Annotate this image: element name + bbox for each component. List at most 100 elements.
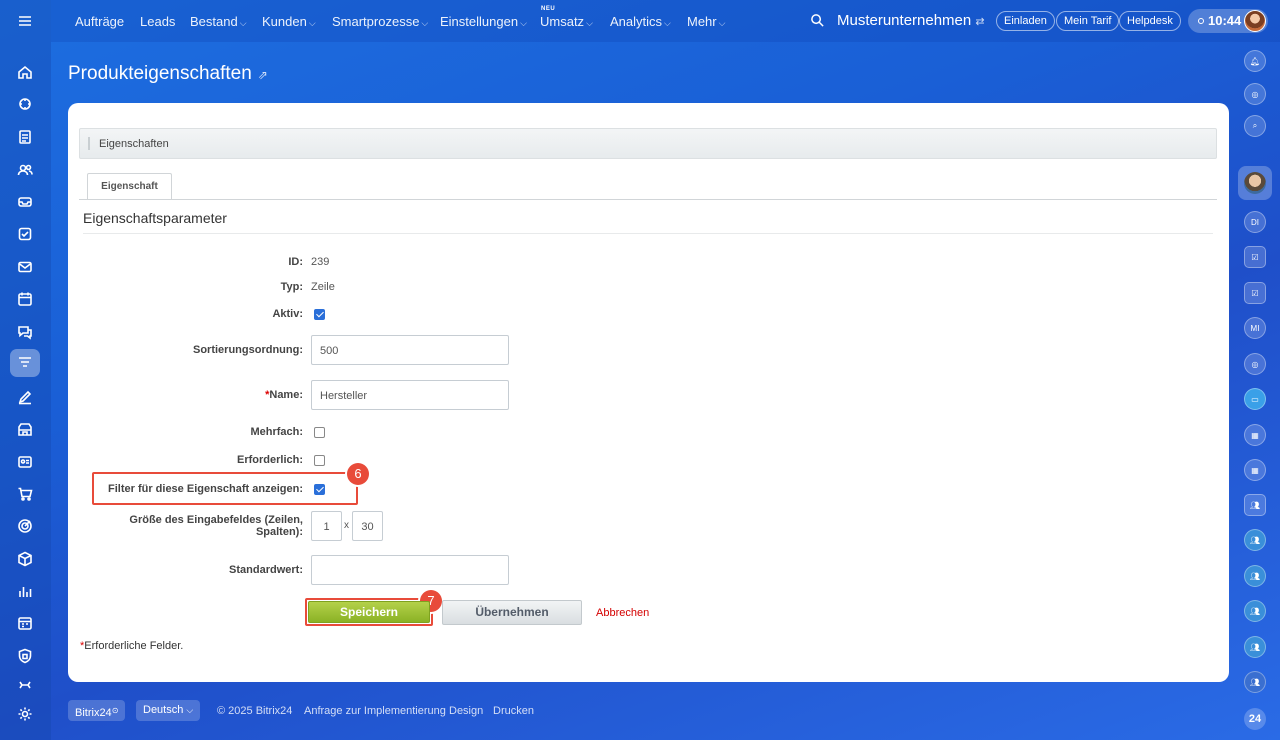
package-icon[interactable] [10, 545, 40, 573]
nav-item-umsatz[interactable]: Umsatz ⌵ [540, 14, 593, 29]
name-input[interactable]: Hersteller [311, 380, 509, 410]
contact-center-icon[interactable] [10, 448, 40, 476]
active-checkbox[interactable] [314, 309, 325, 320]
bitrix24-logo-icon[interactable]: 24 [1244, 708, 1266, 730]
tab-eigenschaft[interactable]: Eigenschaft [87, 173, 172, 200]
multiple-label: Mehrfach: [250, 426, 303, 438]
task-chat-icon[interactable]: ☑ [1244, 282, 1266, 304]
target-icon[interactable] [10, 512, 40, 540]
group-icon[interactable]: 👥︎ [1244, 671, 1266, 693]
language-select[interactable]: Deutsch ⌵ [136, 700, 201, 721]
nav-item-label: Einstellungen [440, 14, 519, 29]
chevron-down-icon: ⌵ [421, 18, 429, 28]
type-value: Zeile [311, 281, 335, 293]
sort-input[interactable]: 500 [311, 335, 509, 365]
tasks-icon[interactable] [10, 220, 40, 248]
collapse-icon[interactable] [10, 671, 40, 699]
right-sidebar: 🔔︎ ◎ ⌕ DI ☑ ☑ MI ◎ ▭ ▦ ▦ 👥︎ 👥︎ 👥︎ 👥︎ 👥︎ … [1230, 42, 1280, 740]
pulse-icon[interactable]: ◎ [1244, 83, 1266, 105]
nav-item-kunden[interactable]: Kunden ⌵ [262, 14, 316, 29]
store-icon[interactable] [10, 415, 40, 443]
chevron-down-icon: ⌵ [586, 18, 593, 28]
nav-item-label: Kunden [262, 14, 307, 29]
crm-funnel-icon[interactable] [10, 349, 40, 377]
nav-item-label: Aufträge [75, 14, 125, 29]
group-icon[interactable]: 👥︎ [1244, 565, 1266, 587]
nav-item-analytics[interactable]: Analytics ⌵ [610, 14, 671, 29]
bell-icon[interactable]: 🔔︎ [1244, 50, 1266, 72]
schedule-icon[interactable] [10, 609, 40, 637]
inbox-icon[interactable] [10, 188, 40, 216]
clock-time: 10:44 [1208, 13, 1242, 28]
analytics-icon[interactable] [10, 577, 40, 605]
chat-avatar-icon[interactable]: DI [1244, 211, 1266, 233]
required-label: Erforderlich: [236, 454, 303, 466]
chat-search-icon[interactable]: ⌕ [1244, 115, 1266, 137]
new-badge: NEU [541, 6, 556, 12]
automation-icon[interactable] [10, 90, 40, 118]
save-button[interactable]: Speichern [308, 601, 430, 623]
footer-link-print[interactable]: Drucken [493, 705, 534, 717]
nav-item-label: Mehr [687, 14, 717, 29]
user-avatar[interactable] [1244, 10, 1266, 32]
chevron-down-icon: ⌵ [239, 18, 247, 28]
cart-icon[interactable] [10, 480, 40, 508]
group-icon[interactable]: 👥︎ [1244, 600, 1266, 622]
company-name[interactable]: Musterunternehmen ⇄ [837, 12, 985, 29]
sign-icon[interactable] [10, 383, 40, 411]
type-label: Typ: [280, 281, 303, 293]
nav-item-leads[interactable]: Leads [140, 14, 175, 29]
chevron-down-icon: ⌵ [186, 705, 194, 715]
nav-item-auftraege[interactable]: Aufträge [75, 14, 124, 29]
filter-checkbox[interactable] [314, 484, 325, 495]
chevron-down-icon: ⌵ [664, 18, 671, 28]
contacts-icon[interactable] [10, 156, 40, 184]
cancel-link[interactable]: Abbrechen [596, 607, 649, 619]
multiple-checkbox[interactable] [314, 427, 325, 438]
language-label: Deutsch [143, 704, 184, 716]
menu-icon[interactable] [10, 7, 40, 35]
recent-user-avatar[interactable] [1238, 166, 1272, 200]
group-icon[interactable]: 👥︎ [1244, 529, 1266, 551]
nav-item-mehr[interactable]: Mehr ⌵ [687, 14, 725, 29]
swap-icon: ⇄ [975, 16, 985, 28]
my-tariff-button[interactable]: Mein Tarif [1056, 11, 1120, 31]
documents-icon[interactable] [10, 123, 40, 151]
message-icon[interactable]: ▭ [1244, 388, 1266, 410]
chat-avatar-icon[interactable]: MI [1244, 317, 1266, 339]
bitrix24-brand-button[interactable]: Bitrix24⊙ [68, 700, 126, 721]
filter-label: Filter für diese Eigenschaft anzeigen: [108, 483, 303, 495]
task-chat-icon[interactable]: ☑ [1244, 246, 1266, 268]
home-icon[interactable] [10, 58, 40, 86]
helpdesk-button[interactable]: Helpdesk [1119, 11, 1181, 31]
page-title-text: Produkteigenschaften [68, 63, 252, 84]
openline-icon[interactable]: ◎ [1244, 353, 1266, 375]
required-checkbox[interactable] [314, 455, 325, 466]
search-icon[interactable] [810, 13, 825, 28]
size-label-line: Größe des Eingabefeldes (Zeilen, [129, 514, 303, 526]
id-value: 239 [311, 256, 330, 268]
footer-link-design[interactable]: Design [449, 705, 483, 717]
company-label: Musterunternehmen [837, 12, 972, 29]
nav-item-einstellungen[interactable]: Einstellungen ⌵ [440, 14, 527, 29]
nav-item-label: Leads [140, 14, 176, 29]
default-value-input[interactable] [311, 555, 509, 585]
nav-item-bestand[interactable]: Bestand ⌵ [190, 14, 247, 29]
sort-label: Sortierungsordnung: [193, 344, 303, 356]
apply-button[interactable]: Übernehmen [442, 600, 582, 625]
pin-icon[interactable]: ⇗ [258, 68, 268, 82]
calendar-icon[interactable] [10, 285, 40, 313]
invite-button[interactable]: Einladen [996, 11, 1055, 31]
chat-icon[interactable] [10, 318, 40, 346]
mail-icon[interactable] [10, 253, 40, 281]
group-icon[interactable]: 👥︎ [1244, 494, 1266, 516]
nav-item-smartprozesse[interactable]: Smartprozesse ⌵ [332, 14, 428, 29]
group-chat-icon[interactable]: ▦ [1244, 459, 1266, 481]
settings-gear-icon[interactable] [10, 700, 40, 728]
cols-input[interactable]: 30 [352, 511, 383, 541]
footer-link-implementation[interactable]: Anfrage zur Implementierung [304, 705, 446, 717]
group-icon[interactable]: 👥︎ [1244, 636, 1266, 658]
rows-input[interactable]: 1 [311, 511, 342, 541]
group-chat-icon[interactable]: ▦ [1244, 424, 1266, 446]
security-icon[interactable] [10, 642, 40, 670]
